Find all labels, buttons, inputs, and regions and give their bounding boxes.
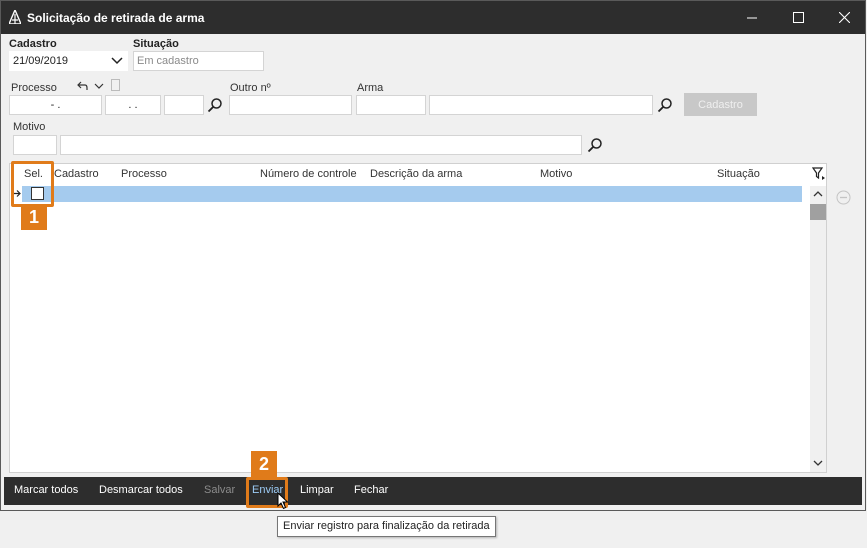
cadastro-button[interactable]: Cadastro xyxy=(684,93,757,116)
column-header-motivo[interactable]: Motivo xyxy=(540,168,572,180)
minimize-icon xyxy=(747,17,757,18)
column-header-numero-controle[interactable]: Número de controle xyxy=(260,168,357,180)
enviar-tooltip: Enviar registro para finalização da reti… xyxy=(277,516,496,537)
chevron-down-icon[interactable] xyxy=(111,57,123,65)
maximize-button[interactable] xyxy=(775,1,821,34)
column-header-processo[interactable]: Processo xyxy=(121,168,167,180)
fechar-button[interactable]: Fechar xyxy=(354,484,388,496)
close-icon xyxy=(838,12,850,23)
title-bar: Solicitação de retirada de arma xyxy=(1,1,865,34)
arma-description-field[interactable] xyxy=(429,95,653,115)
processo-field-1[interactable]: - . xyxy=(9,95,102,115)
vertical-scrollbar[interactable] xyxy=(810,186,826,472)
cadastro-label: Cadastro xyxy=(9,38,57,50)
cadastro-date-picker[interactable]: 21/09/2019 xyxy=(9,51,128,71)
callout-number-1: 1 xyxy=(21,204,47,230)
document-icon xyxy=(111,79,120,91)
minimize-button[interactable] xyxy=(729,1,775,34)
processo-field-3[interactable] xyxy=(164,95,204,115)
scrollbar-thumb[interactable] xyxy=(810,204,826,220)
app-logo-icon xyxy=(9,10,21,24)
chevron-down-icon[interactable] xyxy=(813,460,823,467)
table-row[interactable] xyxy=(22,186,802,202)
motivo-code-field[interactable] xyxy=(13,135,57,155)
callout-number-2: 2 xyxy=(251,451,277,477)
desmarcar-todos-button[interactable]: Desmarcar todos xyxy=(99,484,183,496)
mouse-cursor-icon xyxy=(277,492,289,510)
window-title: Solicitação de retirada de arma xyxy=(27,11,205,25)
marcar-todos-button[interactable]: Marcar todos xyxy=(14,484,78,496)
salvar-button[interactable]: Salvar xyxy=(204,484,235,496)
search-icon[interactable] xyxy=(587,137,603,153)
situacao-label: Situação xyxy=(133,38,179,50)
arma-label: Arma xyxy=(357,82,384,94)
column-header-cadastro[interactable]: Cadastro xyxy=(54,168,99,180)
motivo-label: Motivo xyxy=(13,121,46,133)
arma-code-field[interactable] xyxy=(356,95,426,115)
filter-icon[interactable] xyxy=(812,167,826,181)
chevron-down-icon[interactable] xyxy=(94,83,104,90)
processo-field-2[interactable]: . . xyxy=(105,95,161,115)
maximize-icon xyxy=(792,12,804,23)
outro-label: Outro nº xyxy=(230,82,271,94)
callout-highlight-1 xyxy=(11,161,54,207)
undo-icon[interactable] xyxy=(77,81,88,91)
chevron-up-icon[interactable] xyxy=(813,190,823,197)
close-button[interactable] xyxy=(821,1,867,34)
remove-circle-icon[interactable] xyxy=(836,190,851,205)
column-header-descricao-arma[interactable]: Descrição da arma xyxy=(370,168,462,180)
search-icon[interactable] xyxy=(657,97,673,113)
column-header-situacao[interactable]: Situação xyxy=(717,168,760,180)
processo-label: Processo xyxy=(11,82,57,94)
results-grid: Sel. Cadastro Processo Número de control… xyxy=(9,163,827,473)
search-icon[interactable] xyxy=(207,97,223,113)
outro-field[interactable] xyxy=(229,95,352,115)
bottom-toolbar: Marcar todos Desmarcar todos Salvar Envi… xyxy=(4,477,862,505)
situacao-field: Em cadastro xyxy=(133,51,264,71)
app-window: Solicitação de retirada de arma Cadastro… xyxy=(0,0,866,511)
cadastro-date-value: 21/09/2019 xyxy=(13,55,69,67)
motivo-description-field[interactable] xyxy=(60,135,582,155)
limpar-button[interactable]: Limpar xyxy=(300,484,334,496)
